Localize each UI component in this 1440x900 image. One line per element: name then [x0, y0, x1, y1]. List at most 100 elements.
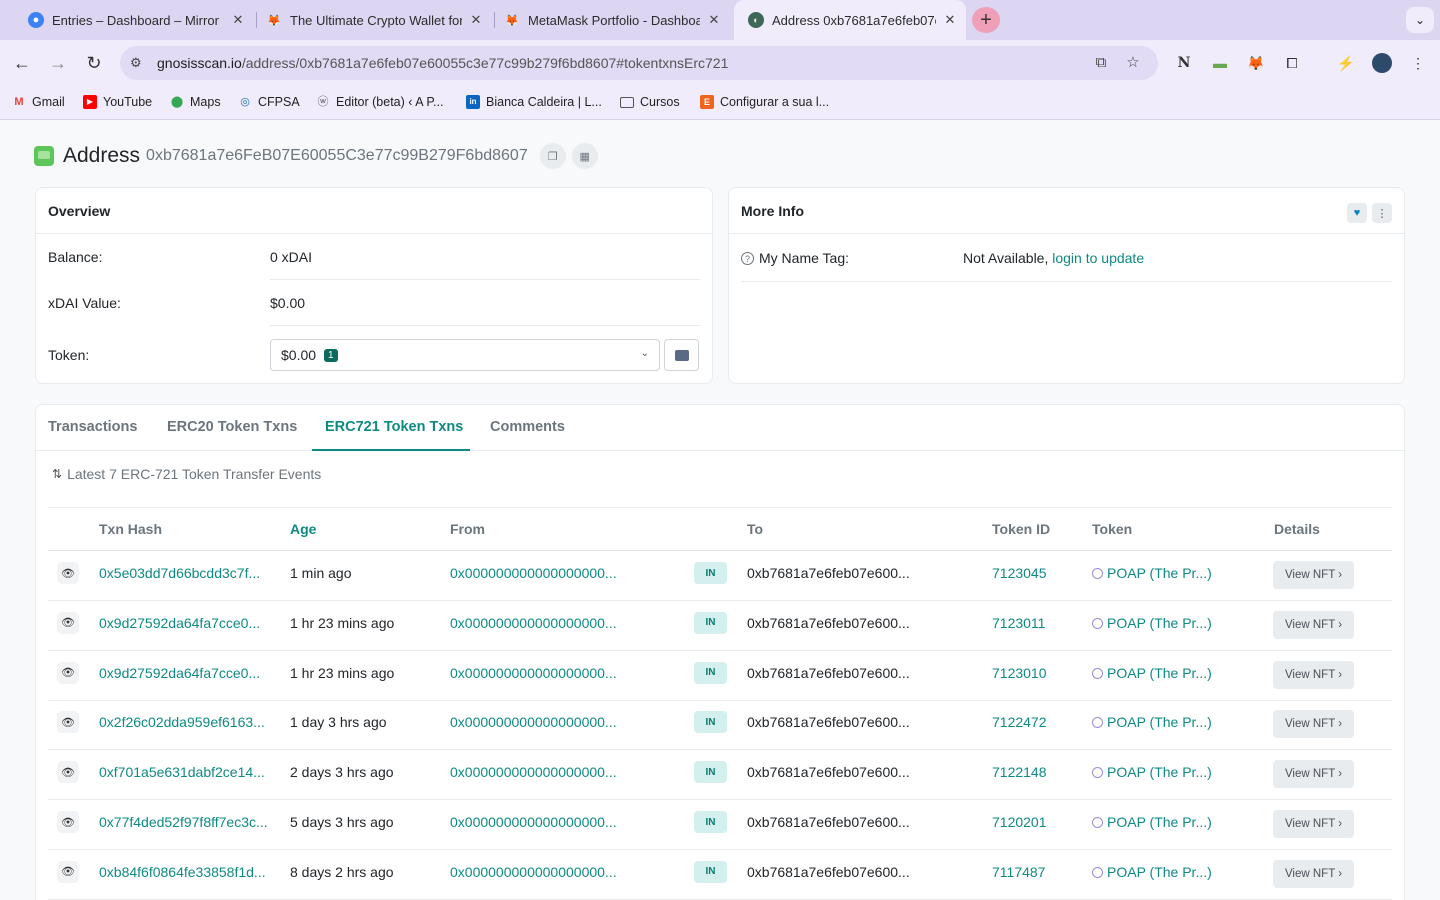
tab-erc721[interactable]: ERC721 Token Txns	[325, 419, 463, 435]
eye-icon[interactable]: 👁	[57, 860, 79, 883]
more-options-icon[interactable]: ⋮	[1372, 203, 1392, 223]
bookmark-label: Maps	[190, 95, 221, 109]
new-tab-button[interactable]: +	[972, 7, 1000, 33]
browser-tab[interactable]: 🦊 The Ultimate Crypto Wallet for ✕	[252, 6, 492, 34]
tab-transactions[interactable]: Transactions	[48, 419, 137, 435]
back-arrow-icon[interactable]: ←	[11, 52, 33, 74]
eye-icon[interactable]: 👁	[57, 711, 79, 734]
txn-hash-link[interactable]: 0x77f4ded52f97f8ff7ec3c...	[99, 814, 268, 830]
txn-hash-link[interactable]: 0x5e03dd7d66bcdd3c7f...	[99, 565, 260, 581]
table-row: 👁 0x2f26c02dda959ef6163... 1 day 3 hrs ago…	[48, 700, 1392, 751]
divider	[270, 279, 700, 280]
close-icon[interactable]: ✕	[230, 12, 246, 28]
bookmark-linkedin[interactable]: in Bianca Caldeira | L...	[466, 95, 602, 109]
bookmark-gmail[interactable]: M Gmail	[12, 95, 64, 109]
bookmark-editor[interactable]: ⓦ Editor (beta) ‹ A P...	[316, 95, 444, 109]
token-link[interactable]: POAP (The Pr...)	[1092, 864, 1212, 880]
bookmark-cfpsa[interactable]: ◎ CFPSA	[238, 95, 300, 109]
txn-hash-link[interactable]: 0x9d27592da64fa7cce0...	[99, 615, 260, 631]
close-icon[interactable]: ✕	[706, 12, 722, 28]
metamask-extension-icon[interactable]: 🦊	[1246, 53, 1266, 73]
view-nft-button[interactable]: View NFT ›	[1273, 810, 1354, 838]
token-id-link[interactable]: 7122472	[992, 714, 1047, 730]
notion-extension-icon[interactable]: N	[1174, 53, 1194, 73]
token-link[interactable]: POAP (The Pr...)	[1092, 615, 1212, 631]
qr-code-icon[interactable]: ▦	[571, 143, 598, 169]
from-address-link[interactable]: 0x000000000000000000...	[450, 615, 617, 631]
url-text[interactable]: gnosisscan.io/address/0xb7681a7e6feb07e6…	[157, 55, 728, 71]
token-name: POAP (The Pr...)	[1107, 664, 1212, 681]
header-to: To	[747, 521, 764, 537]
token-id-link[interactable]: 7123010	[992, 665, 1047, 681]
close-icon[interactable]: ✕	[468, 12, 484, 28]
browser-tab[interactable]: ● Entries – Dashboard – Mirror ✕	[14, 6, 254, 34]
extensions-puzzle-icon[interactable]: ⧠	[1282, 53, 1302, 73]
tab-comments[interactable]: Comments	[490, 419, 565, 435]
bookmark-etsy[interactable]: E Configurar a sua l...	[700, 95, 829, 109]
performance-icon[interactable]: ⚡	[1336, 53, 1356, 73]
login-to-update-link[interactable]: login to update	[1052, 250, 1144, 266]
age-cell: 1 hr 23 mins ago	[290, 614, 395, 631]
token-link[interactable]: POAP (The Pr...)	[1092, 665, 1212, 681]
reload-icon[interactable]: ↻	[83, 52, 105, 74]
token-id-link[interactable]: 7120201	[992, 814, 1047, 830]
bookmark-folder-cursos[interactable]: Cursos	[620, 95, 680, 109]
header-token-id: Token ID	[992, 521, 1051, 537]
bookmark-youtube[interactable]: ▶ YouTube	[83, 95, 152, 109]
txn-hash-link[interactable]: 0x2f26c02dda959ef6163...	[99, 714, 265, 730]
token-id-link[interactable]: 7117487	[992, 864, 1045, 880]
address-bar[interactable]: ⚙ gnosisscan.io/address/0xb7681a7e6feb07…	[120, 46, 1158, 80]
view-nft-button[interactable]: View NFT ›	[1273, 710, 1354, 739]
eye-icon[interactable]: 👁	[57, 811, 79, 833]
browser-tab-active[interactable]: ◐ Address 0xb7681a7e6feb07e ✕	[734, 0, 966, 40]
token-link[interactable]: POAP (The Pr...)	[1092, 565, 1212, 581]
from-address-link[interactable]: 0x000000000000000000...	[450, 565, 617, 581]
bookmark-star-icon[interactable]: ☆	[1124, 54, 1142, 72]
from-address-link[interactable]: 0x000000000000000000...	[450, 814, 617, 830]
copy-icon[interactable]: ❐	[539, 143, 566, 169]
bookmark-maps[interactable]: ⬤ Maps	[170, 95, 221, 109]
from-address-link[interactable]: 0x000000000000000000...	[450, 764, 617, 780]
header-age[interactable]: Age	[290, 521, 316, 537]
from-address-link[interactable]: 0x000000000000000000...	[450, 714, 617, 730]
site-settings-icon[interactable]: ⚙	[130, 55, 146, 71]
view-nft-button[interactable]: View NFT ›	[1273, 561, 1354, 589]
token-link[interactable]: POAP (The Pr...)	[1092, 764, 1212, 780]
eye-icon[interactable]: 👁	[57, 611, 79, 634]
sort-icon[interactable]: ⇅	[52, 467, 62, 481]
age-cell: 2 days 3 hrs ago	[290, 764, 394, 781]
view-nft-button[interactable]: View NFT ›	[1273, 760, 1354, 789]
txn-hash-link[interactable]: 0xf701a5e631dabf2ce14...	[99, 764, 265, 780]
tab-search-button[interactable]: ⌄	[1406, 7, 1434, 33]
eye-icon[interactable]: 👁	[57, 562, 79, 584]
profile-avatar[interactable]	[1372, 53, 1392, 73]
token-holdings-dropdown[interactable]: $0.00 1 ⌄	[270, 339, 660, 371]
browser-tab[interactable]: 🦊 MetaMask Portfolio - Dashboard ✕	[490, 6, 730, 34]
view-nft-button[interactable]: View NFT ›	[1273, 660, 1354, 689]
forward-arrow-icon[interactable]: →	[47, 52, 69, 74]
from-address-link[interactable]: 0x000000000000000000...	[450, 665, 617, 681]
token-link[interactable]: POAP (The Pr...)	[1092, 814, 1212, 830]
header-txn-hash: Txn Hash	[99, 521, 163, 537]
table-row: 👁 0x9d27592da64fa7cce0... 1 hr 23 mins ago…	[48, 651, 1392, 701]
tab-erc20[interactable]: ERC20 Token Txns	[167, 419, 297, 435]
token-link[interactable]: POAP (The Pr...)	[1092, 714, 1212, 730]
eye-icon[interactable]: 👁	[57, 761, 79, 784]
translate-icon[interactable]: ⧉	[1092, 54, 1110, 72]
heart-icon[interactable]: ♥	[1347, 203, 1367, 223]
token-id-link[interactable]: 7123011	[992, 615, 1045, 631]
eye-icon[interactable]: 👁	[57, 661, 79, 684]
view-nft-button[interactable]: View NFT ›	[1273, 610, 1354, 639]
wallet-icon[interactable]	[664, 339, 699, 371]
view-nft-button[interactable]: View NFT ›	[1273, 859, 1354, 888]
extension-icon[interactable]: ▬	[1210, 53, 1230, 73]
folder-icon	[620, 96, 634, 108]
token-id-link[interactable]: 7123045	[992, 565, 1047, 581]
question-icon: ?	[741, 252, 754, 265]
from-address-link[interactable]: 0x000000000000000000...	[450, 864, 617, 880]
txn-hash-link[interactable]: 0xb84f6f0864fe33858f1d...	[99, 864, 266, 880]
menu-dots-icon[interactable]: ⋮	[1408, 53, 1428, 73]
txn-hash-link[interactable]: 0x9d27592da64fa7cce0...	[99, 665, 260, 681]
token-id-link[interactable]: 7122148	[992, 764, 1047, 780]
close-icon[interactable]: ✕	[942, 12, 958, 28]
